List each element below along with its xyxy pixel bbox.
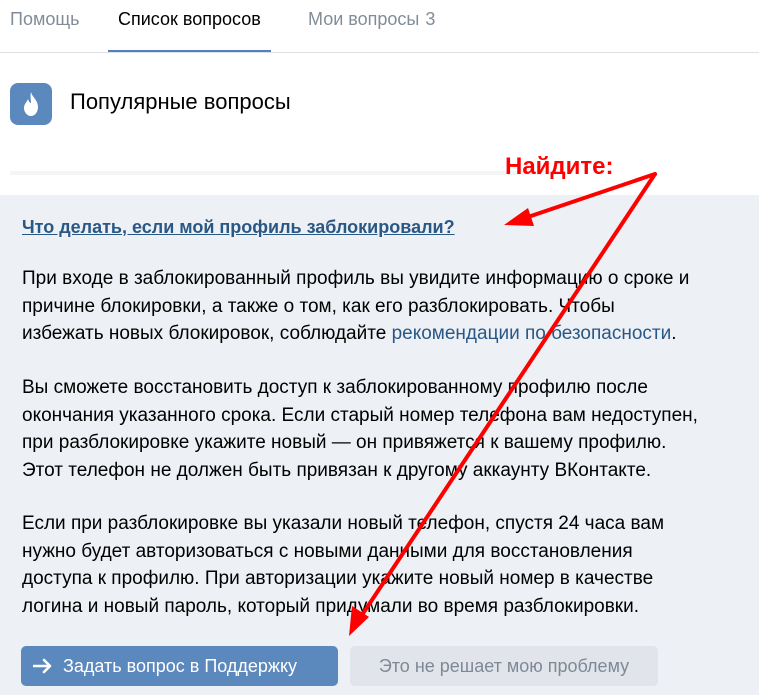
button-label: Это не решает мою проблему (378, 655, 630, 676)
button-label: Задать вопрос в Поддержку (63, 655, 298, 676)
annotation-label: Найдите: (505, 153, 614, 180)
tab-label: Помощь (10, 9, 80, 29)
tab-my-questions[interactable]: Мои вопросы 3 (308, 0, 435, 52)
not-solved-button[interactable]: Это не решает мою проблему (350, 646, 658, 686)
tab-question-list[interactable]: Список вопросов (108, 0, 271, 52)
answer-paragraph-3: Если при разблокировке вы указали новый … (22, 510, 742, 620)
question-link[interactable]: Что делать, если мой профиль заблокирова… (22, 217, 455, 238)
paragraph-line: доступа к профилю. При авторизации укажи… (22, 568, 654, 589)
paragraph-line: избежать новых блокировок, соблюдайте (22, 323, 392, 344)
fire-icon (10, 83, 52, 125)
tab-label: Список вопросов (118, 9, 261, 29)
paragraph-line: При входе в заблокированный профиль вы у… (22, 268, 690, 289)
paragraph-line: Если при разблокировке вы указали новый … (22, 513, 665, 534)
paragraph-line: . (671, 323, 677, 344)
tab-bar: Помощь Список вопросов Мои вопросы 3 (0, 0, 759, 53)
tab-label: Мои вопросы (308, 9, 420, 29)
ask-support-button[interactable]: Задать вопрос в Поддержку (21, 646, 338, 686)
answer-paragraph-1: При входе в заблокированный профиль вы у… (22, 265, 742, 348)
paragraph-line: нужно будет авторизоваться с новыми данн… (22, 540, 633, 562)
paragraph-line: окончания указанного срока. Если старый … (22, 404, 698, 426)
tab-count-badge: 3 (425, 9, 436, 29)
answer-paragraph-2: Вы сможете восстановить доступ к заблоки… (22, 374, 742, 484)
paragraph-line: логина и новый пароль, который придумали… (22, 595, 640, 617)
security-recommendations-link[interactable]: рекомендации по безопасности (392, 323, 672, 344)
paragraph-line: причине блокировки, а также о том, как е… (22, 295, 615, 317)
arrow-right-icon (33, 658, 53, 674)
tab-help[interactable]: Помощь (10, 0, 80, 52)
faded-text-line (10, 171, 550, 175)
paragraph-line: при разблокировке укажите новый — он при… (22, 432, 667, 453)
page-title: Популярные вопросы (70, 89, 291, 114)
paragraph-line: Этот телефон не должен быть привязан к д… (22, 459, 652, 481)
paragraph-line: Вы сможете восстановить доступ к заблоки… (22, 377, 648, 398)
